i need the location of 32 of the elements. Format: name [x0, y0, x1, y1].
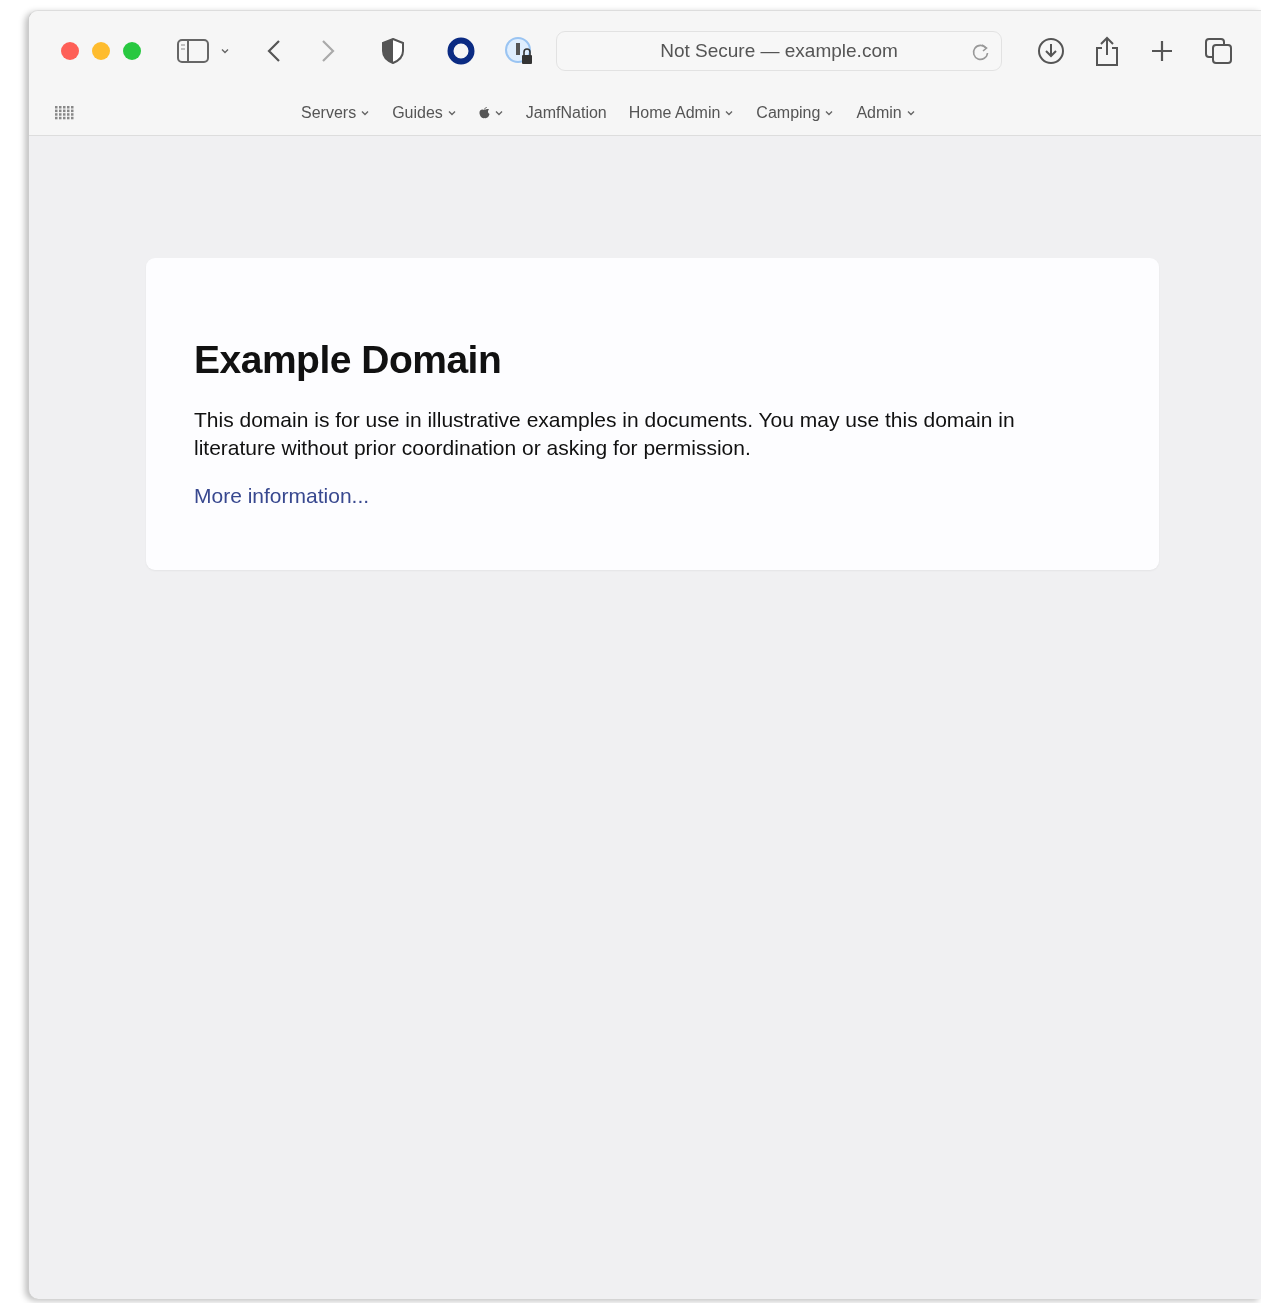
shield-icon[interactable] — [382, 38, 404, 64]
lock-badge-icon[interactable] — [504, 36, 534, 66]
reload-icon[interactable] — [971, 42, 991, 62]
chevron-down-icon — [906, 110, 916, 116]
bookmark-item[interactable]: Guides — [392, 104, 457, 122]
bookmark-item[interactable]: Servers — [301, 104, 371, 122]
bookmark-item[interactable]: JamfNation — [525, 104, 607, 122]
body-text: This domain is for use in illustrative examples in documents. You may use this domain in literature without prior coordination or asking for permission. — [194, 407, 1016, 461]
bookmark-item[interactable]: Admin — [856, 104, 916, 122]
bookmark-item[interactable]: Home Admin — [628, 104, 735, 122]
more-info-link[interactable]: More information... — [194, 484, 370, 507]
chevron-down-icon[interactable] — [221, 48, 229, 54]
plus-icon[interactable] — [1151, 40, 1173, 62]
bookmark-item[interactable] — [478, 107, 504, 119]
chevron-down-icon — [725, 110, 735, 116]
chevron-down-icon — [361, 110, 371, 116]
grid-icon[interactable] — [55, 106, 75, 120]
chevron-down-icon — [494, 110, 504, 116]
ring-icon[interactable] — [447, 37, 475, 65]
chevron-down-icon — [825, 110, 835, 116]
apple-icon — [478, 107, 490, 119]
address-field[interactable]: Not Secure — example.com — [556, 31, 1002, 71]
sidebar-icon[interactable] — [177, 39, 209, 63]
close-button[interactable] — [61, 42, 79, 60]
address-text: Not Secure — example.com — [660, 40, 898, 62]
back-icon[interactable] — [267, 39, 281, 63]
download-icon[interactable] — [1037, 37, 1065, 65]
bookmark-item[interactable]: Camping — [756, 104, 835, 122]
chevron-down-icon — [447, 110, 457, 116]
share-icon[interactable] — [1095, 36, 1119, 66]
page-title: Example Domain — [194, 338, 503, 382]
tabs-icon[interactable] — [1205, 38, 1233, 64]
